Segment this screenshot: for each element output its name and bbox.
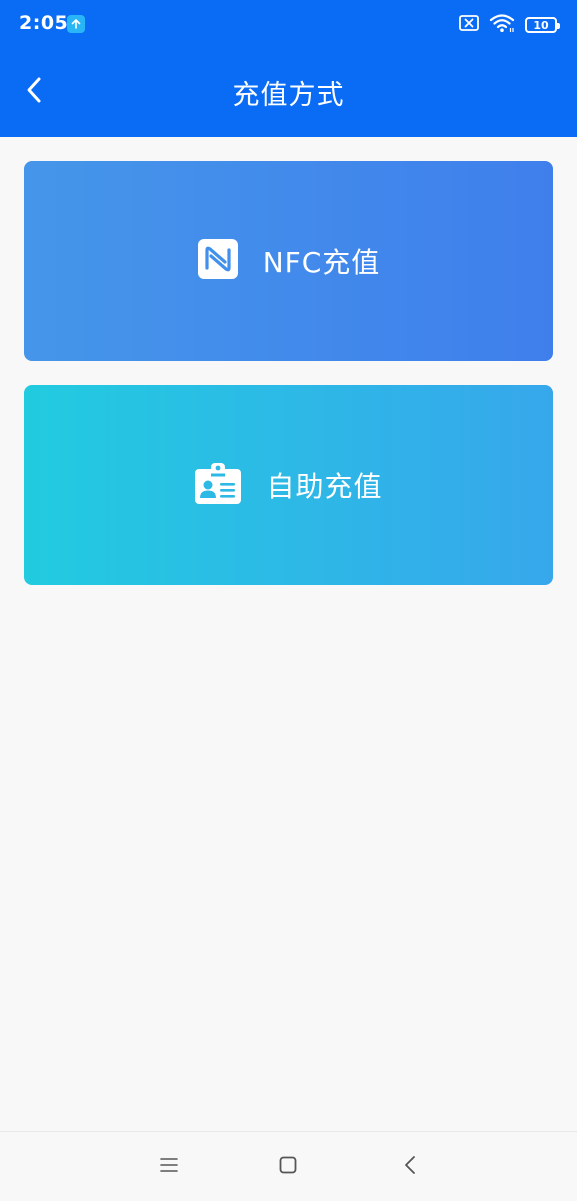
nfc-recharge-card[interactable]: NFC充值 xyxy=(24,161,553,361)
self-service-recharge-card[interactable]: 自助充值 xyxy=(24,385,553,585)
status-icons: 10 xyxy=(459,13,560,37)
recent-apps-button[interactable] xyxy=(154,1152,184,1182)
status-bar: 2:05 10 xyxy=(0,0,577,52)
wifi-icon xyxy=(489,13,515,37)
page-title: 充值方式 xyxy=(232,80,345,111)
home-square-icon xyxy=(278,1155,298,1179)
sim-blocked-icon xyxy=(459,15,479,35)
system-back-button[interactable] xyxy=(395,1152,425,1182)
menu-icon xyxy=(159,1157,179,1177)
battery-icon: 10 xyxy=(525,17,560,33)
upload-icon xyxy=(67,15,85,33)
top-app-bar: 2:05 10 充值方式 xyxy=(0,0,577,137)
system-nav-bar xyxy=(0,1131,577,1201)
back-icon xyxy=(403,1155,417,1179)
self-service-recharge-content: 自助充值 xyxy=(194,461,382,509)
self-service-recharge-label: 自助充值 xyxy=(266,470,383,503)
status-time: 2:05 xyxy=(19,12,69,34)
nfc-recharge-label: NFC充值 xyxy=(262,246,381,279)
battery-level: 10 xyxy=(533,18,549,32)
home-button[interactable] xyxy=(273,1152,303,1182)
nfc-icon xyxy=(197,238,239,284)
nfc-recharge-content: NFC充值 xyxy=(197,238,381,284)
id-badge-icon xyxy=(194,461,242,509)
